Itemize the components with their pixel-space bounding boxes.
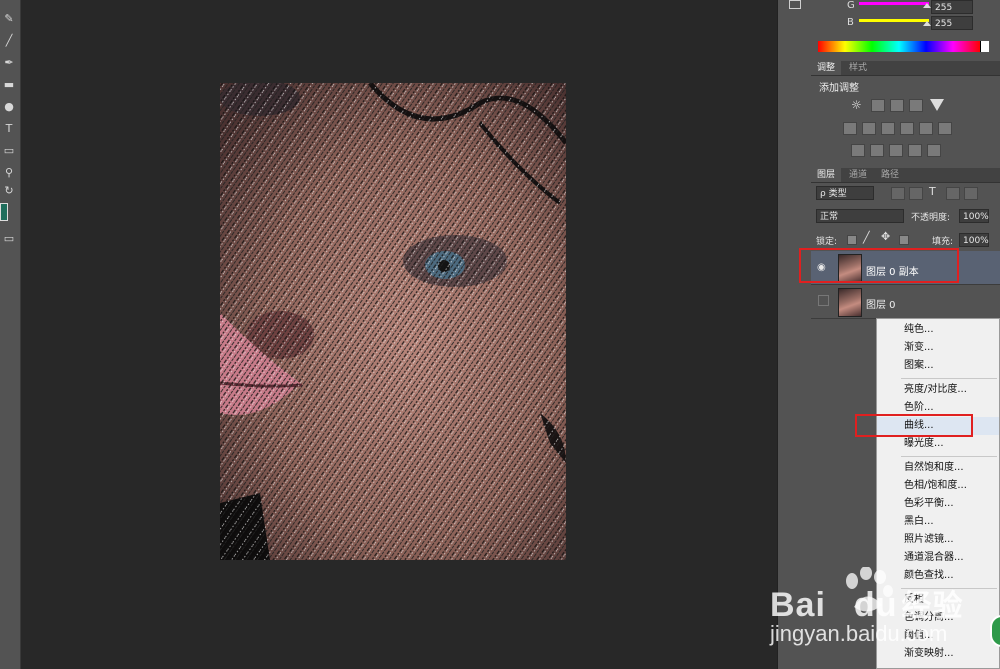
zoom-tool-icon[interactable]: ⚲ xyxy=(2,166,16,180)
color-lookup-icon[interactable] xyxy=(938,122,952,135)
color-spectrum-ramp[interactable] xyxy=(818,41,980,52)
panel-collapse-icon[interactable] xyxy=(789,0,801,9)
visibility-toggle-empty[interactable] xyxy=(818,295,829,306)
menu-item-vibrance[interactable]: 自然饱和度... xyxy=(877,459,999,477)
lock-all-icon[interactable] xyxy=(899,235,909,245)
menu-item-color-lookup[interactable]: 颜色查找... xyxy=(877,567,999,585)
tab-channels[interactable]: 通道 xyxy=(843,168,873,182)
blend-mode-select[interactable]: 正常 xyxy=(816,209,904,223)
tab-layers[interactable]: 图层 xyxy=(811,168,842,182)
color-balance-icon[interactable] xyxy=(862,122,876,135)
clone-stamp-tool-icon[interactable]: ✒ xyxy=(2,56,16,70)
menu-item-hue-saturation[interactable]: 色相/饱和度... xyxy=(877,477,999,495)
menu-item-threshold[interactable]: 阈值... xyxy=(877,627,999,645)
brush-tool-icon[interactable]: ╱ xyxy=(2,34,16,48)
fill-label: 填充: xyxy=(932,237,954,247)
curves-icon[interactable] xyxy=(890,99,904,112)
add-adjustment-heading: 添加调整 xyxy=(819,83,859,94)
g-value-field[interactable]: 255 xyxy=(931,0,973,14)
new-adjustment-layer-menu: 纯色... 渐变... 图案... 亮度/对比度... 色阶... 曲线... … xyxy=(876,318,1000,669)
annotation-highlight-layer xyxy=(799,248,959,283)
levels-icon[interactable] xyxy=(871,99,885,112)
tab-paths[interactable]: 路径 xyxy=(875,168,905,182)
hue-saturation-icon[interactable] xyxy=(843,122,857,135)
menu-item-photo-filter[interactable]: 照片滤镜... xyxy=(877,531,999,549)
posterize-icon[interactable] xyxy=(870,144,884,157)
filter-smart-object-icon[interactable] xyxy=(964,187,978,200)
tools-toolbar: ✎ ╱ ✒ ▬ ● T ▭ ⚲ ↻ ▭ xyxy=(0,0,21,669)
b-slider-handle[interactable] xyxy=(923,21,931,26)
g-slider-track[interactable] xyxy=(859,2,929,5)
filter-type-icon[interactable]: T xyxy=(929,185,936,198)
white-black-swatch[interactable] xyxy=(980,41,989,52)
menu-item-channel-mixer[interactable]: 通道混合器... xyxy=(877,549,999,567)
menu-item-black-white[interactable]: 黑白... xyxy=(877,513,999,531)
b-channel-label: B xyxy=(847,17,854,28)
document-image[interactable] xyxy=(220,83,566,560)
menu-separator xyxy=(901,378,997,379)
lock-label: 锁定: xyxy=(816,237,838,247)
invert-icon[interactable] xyxy=(851,144,865,157)
menu-item-color-balance[interactable]: 色彩平衡... xyxy=(877,495,999,513)
annotation-highlight-curves xyxy=(855,414,973,437)
menu-separator xyxy=(901,456,997,457)
lock-transparent-icon[interactable] xyxy=(847,235,857,245)
menu-item-gradient[interactable]: 渐变... xyxy=(877,339,999,357)
menu-item-exposure[interactable]: 曝光度... xyxy=(877,435,999,453)
filter-shape-icon[interactable] xyxy=(946,187,960,200)
menu-item-brightness-contrast[interactable]: 亮度/对比度... xyxy=(877,381,999,399)
tab-adjustments[interactable]: 调整 xyxy=(811,61,842,75)
lock-image-icon[interactable]: ╱ xyxy=(863,231,870,244)
layer-row-original[interactable]: 图层 0 xyxy=(811,285,1000,319)
g-slider-handle[interactable] xyxy=(923,3,931,8)
dodge-tool-icon[interactable]: ● xyxy=(2,100,16,114)
eyedropper-tool-icon[interactable]: ✎ xyxy=(2,12,16,26)
menu-item-solid-color[interactable]: 纯色... xyxy=(877,321,999,339)
menu-item-posterize[interactable]: 色调分离... xyxy=(877,609,999,627)
opacity-field[interactable]: 100% xyxy=(959,209,989,223)
filter-adjustment-icon[interactable] xyxy=(909,187,923,200)
exposure-icon[interactable] xyxy=(909,99,923,112)
menu-item-gradient-map[interactable]: 渐变映射... xyxy=(877,645,999,663)
filter-pixel-icon[interactable] xyxy=(891,187,905,200)
menu-item-pattern[interactable]: 图案... xyxy=(877,357,999,375)
gradient-tool-icon[interactable]: ▬ xyxy=(2,78,16,92)
swap-colors-icon[interactable]: ↻ xyxy=(2,184,16,198)
b-slider-track[interactable] xyxy=(859,19,929,22)
channel-mixer-icon[interactable] xyxy=(919,122,933,135)
menu-item-invert[interactable]: 反相 xyxy=(877,591,999,609)
b-value-field[interactable]: 255 xyxy=(931,16,973,30)
gradient-map-icon[interactable] xyxy=(908,144,922,157)
photo-filter-icon[interactable] xyxy=(900,122,914,135)
opacity-label: 不透明度: xyxy=(911,213,951,223)
shape-tool-icon[interactable]: ▭ xyxy=(2,144,16,158)
black-white-icon[interactable] xyxy=(881,122,895,135)
tab-styles[interactable]: 样式 xyxy=(843,61,873,75)
screen-mode-icon[interactable]: ▭ xyxy=(2,232,16,246)
layer-name: 图层 0 xyxy=(866,300,896,311)
g-channel-label: G xyxy=(847,0,855,11)
vibrance-icon[interactable] xyxy=(930,99,944,111)
fill-field[interactable]: 100% xyxy=(959,233,989,247)
threshold-icon[interactable] xyxy=(889,144,903,157)
foreground-color-swatch[interactable] xyxy=(0,203,8,221)
lock-position-icon[interactable]: ✥ xyxy=(881,230,890,243)
type-tool-icon[interactable]: T xyxy=(2,122,16,136)
panel-icon-strip xyxy=(777,0,812,669)
layers-tabbar: 图层 通道 路径 xyxy=(811,168,1000,183)
portrait-photo-with-selection xyxy=(220,83,566,560)
selective-color-icon[interactable] xyxy=(927,144,941,157)
adjustments-tabbar: 调整 样式 xyxy=(811,61,1000,76)
menu-separator xyxy=(901,588,997,589)
brightness-contrast-icon[interactable]: ☼ xyxy=(851,98,865,112)
layer-thumbnail xyxy=(838,288,862,317)
layer-filter-kind-select[interactable]: ρ 类型 xyxy=(816,186,874,200)
